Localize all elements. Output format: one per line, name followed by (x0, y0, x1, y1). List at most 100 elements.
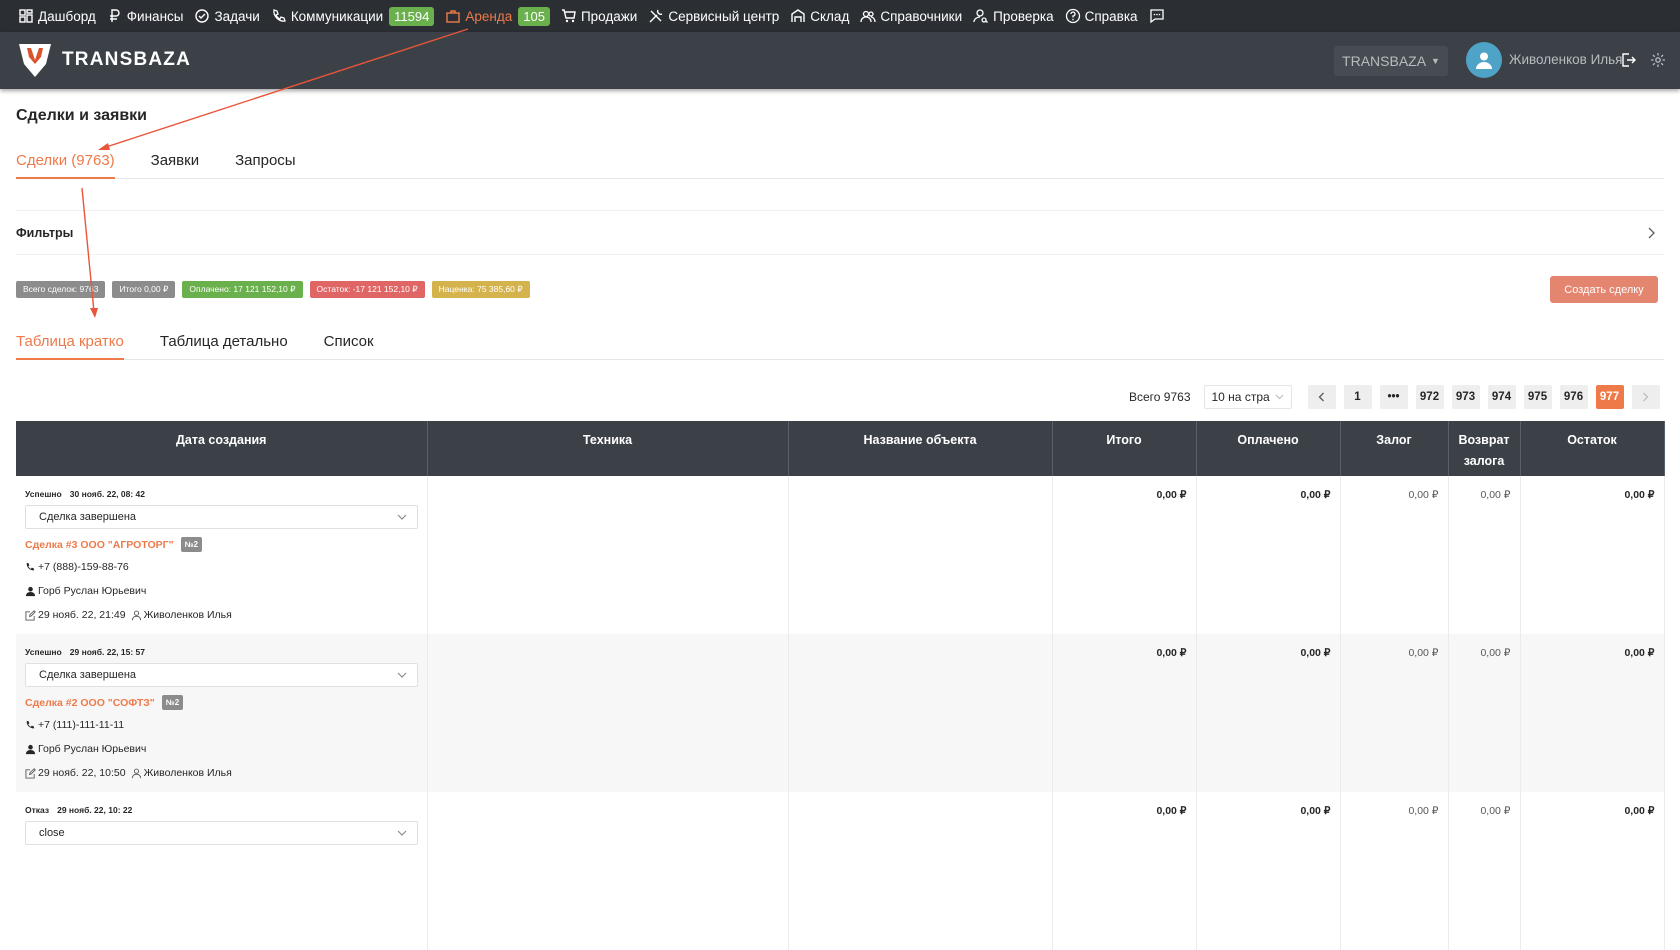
company-select-value: TRANSBAZA (1342, 53, 1427, 69)
chevron-right-icon[interactable] (1646, 227, 1656, 239)
edited-date: 29 нояб. 22, 21:49 (38, 609, 126, 621)
status-line: Успешно 29 нояб. 22, 15: 57 (25, 647, 418, 657)
column-header[interactable]: Остаток (1520, 421, 1665, 476)
deal-number-badge: №2 (180, 537, 202, 552)
deal-link[interactable]: Сделка #2 ООО "СОФТЗ" (25, 697, 155, 709)
balance-badge: Остаток: -17 121 152,10 ₽ (309, 281, 425, 298)
create-deal-button[interactable]: Создать сделку (1550, 276, 1658, 303)
nav-item-dashboard[interactable]: Дашборд (18, 8, 96, 24)
chat-icon (1149, 9, 1164, 24)
contact-line: Горб Руслан Юрьевич (25, 743, 418, 755)
equipment-cell (427, 792, 789, 950)
deposit-cell: 0,00 ₽ (1340, 476, 1449, 634)
column-header[interactable]: Техника (427, 421, 789, 476)
page-button[interactable]: 973 (1451, 385, 1480, 409)
tab-queries[interactable]: Запросы (235, 152, 296, 178)
table-row[interactable]: Успешно 29 нояб. 22, 15: 57 Сделка заверш… (16, 634, 1665, 792)
logo[interactable]: TRANSBAZA (16, 42, 191, 78)
created-date: 29 нояб. 22, 15: 57 (69, 647, 146, 657)
column-header[interactable]: Итого (1052, 421, 1197, 476)
cart-icon (561, 9, 576, 23)
page-button[interactable]: 976 (1559, 385, 1588, 409)
phone-icon (26, 720, 35, 728)
deal-status-select-value: Сделка завершена (39, 511, 137, 523)
filters-panel[interactable]: Фильтры (16, 210, 1664, 255)
prev-page-button[interactable] (1307, 385, 1336, 409)
manager-name[interactable]: Живоленков Илья (144, 609, 232, 621)
column-header[interactable]: Оплачено (1196, 421, 1341, 476)
tools-icon (649, 9, 663, 23)
pagination: Всего 9763 10 на стра 1 ••• 972 973 974 … (1129, 385, 1668, 409)
contact-name[interactable]: Горб Руслан Юрьевич (38, 585, 146, 597)
page-title: Сделки и заявки (16, 107, 147, 124)
nav-item-help[interactable]: Справка (1065, 8, 1138, 24)
user-name[interactable]: Живоленков Илья (1509, 52, 1623, 67)
page-button[interactable]: 975 (1523, 385, 1552, 409)
deal-status: Успешно (25, 489, 62, 499)
edit-icon (25, 767, 36, 779)
nav-item-communications[interactable]: Коммуникации 11594 (271, 6, 435, 26)
nav-item-sales[interactable]: Продажи (561, 8, 637, 24)
deal-line: Сделка #2 ООО "СОФТЗ" №2 (25, 695, 418, 710)
filters-label: Фильтры (16, 225, 74, 240)
tab-deals[interactable]: Сделки (9763) (16, 152, 115, 179)
page-button[interactable]: 1 (1343, 385, 1372, 409)
page-button[interactable]: 974 (1487, 385, 1516, 409)
logout-icon[interactable] (1620, 52, 1636, 68)
nav-item-finance[interactable]: Финансы (107, 8, 183, 24)
current-page-button[interactable]: 977 (1595, 385, 1624, 409)
table-row[interactable]: Отказ 29 нояб. 22, 10: 22 close 0,00 ₽ 0,… (16, 792, 1665, 950)
logo-text: TRANSBAZA (62, 49, 192, 70)
deal-status-select[interactable]: close (25, 821, 418, 845)
tab-requests[interactable]: Заявки (151, 152, 199, 178)
nav-item-tasks[interactable]: Задачи (194, 8, 260, 24)
column-header[interactable]: Возврат залога (1448, 421, 1521, 476)
nav-item-label: Справочники (880, 8, 963, 24)
column-header[interactable]: Название объекта (788, 421, 1053, 476)
table-header-row: Дата создания Техника Название объекта И… (16, 421, 1665, 476)
nav-item-service-center[interactable]: Сервисный центр (648, 8, 779, 24)
nav-item-label: Склад (810, 8, 850, 24)
tab-list[interactable]: Список (324, 333, 374, 359)
manager-name[interactable]: Живоленков Илья (144, 767, 232, 779)
nav-item-rent[interactable]: Аренда 105 (445, 6, 550, 26)
deal-status-select[interactable]: Сделка завершена (25, 663, 418, 687)
phone-line: +7 (888)-159-88-76 (25, 561, 418, 573)
tab-table-detailed[interactable]: Таблица детально (160, 333, 288, 359)
contact-phone[interactable]: +7 (888)-159-88-76 (38, 561, 129, 573)
deposit-cell: 0,00 ₽ (1340, 792, 1449, 950)
column-header[interactable]: Дата создания (16, 421, 428, 476)
contact-name[interactable]: Горб Руслан Юрьевич (38, 743, 146, 755)
total-sum-badge: Итого 0,00 ₽ (112, 281, 176, 298)
per-page-select[interactable]: 10 на стра (1203, 385, 1292, 409)
page-button[interactable]: 972 (1415, 385, 1444, 409)
dashboard-icon (19, 9, 33, 23)
table-row[interactable]: Успешно 30 нояб. 22, 08: 42 Сделка заверш… (16, 476, 1665, 634)
paid-cell: 0,00 ₽ (1196, 476, 1341, 634)
contact-phone[interactable]: +7 (111)-111-11-11 (38, 719, 124, 731)
chevron-left-icon (1318, 392, 1324, 402)
tab-table-short[interactable]: Таблица кратко (16, 333, 124, 360)
column-header[interactable]: Залог (1340, 421, 1449, 476)
user-icon (1476, 52, 1492, 69)
nav-item-references[interactable]: Справочники (860, 8, 962, 24)
deal-link[interactable]: Сделка #3 ООО "АГРОТОРГ" (25, 539, 174, 551)
page-ellipsis[interactable]: ••• (1379, 385, 1408, 409)
nav-item-check[interactable]: Проверка (973, 8, 1054, 24)
deal-status: Успешно (25, 647, 62, 657)
help-icon (1065, 8, 1080, 24)
avatar[interactable] (1466, 42, 1502, 78)
paid-cell: 0,00 ₽ (1196, 792, 1341, 950)
total-cell: 0,00 ₽ (1052, 476, 1197, 634)
nav-item-warehouse[interactable]: Склад (790, 8, 849, 24)
chat-button[interactable] (1149, 8, 1169, 24)
object-name-cell (788, 476, 1053, 634)
check-circle-icon (195, 9, 210, 23)
chevron-down-icon (1275, 394, 1283, 400)
gear-icon[interactable] (1650, 52, 1666, 68)
deal-status-select[interactable]: Сделка завершена (25, 505, 418, 529)
company-select[interactable]: TRANSBAZA ▼ (1334, 46, 1448, 76)
next-page-button[interactable] (1631, 385, 1660, 409)
object-name-cell (788, 792, 1053, 950)
created-cell: Отказ 29 нояб. 22, 10: 22 close (16, 792, 428, 950)
